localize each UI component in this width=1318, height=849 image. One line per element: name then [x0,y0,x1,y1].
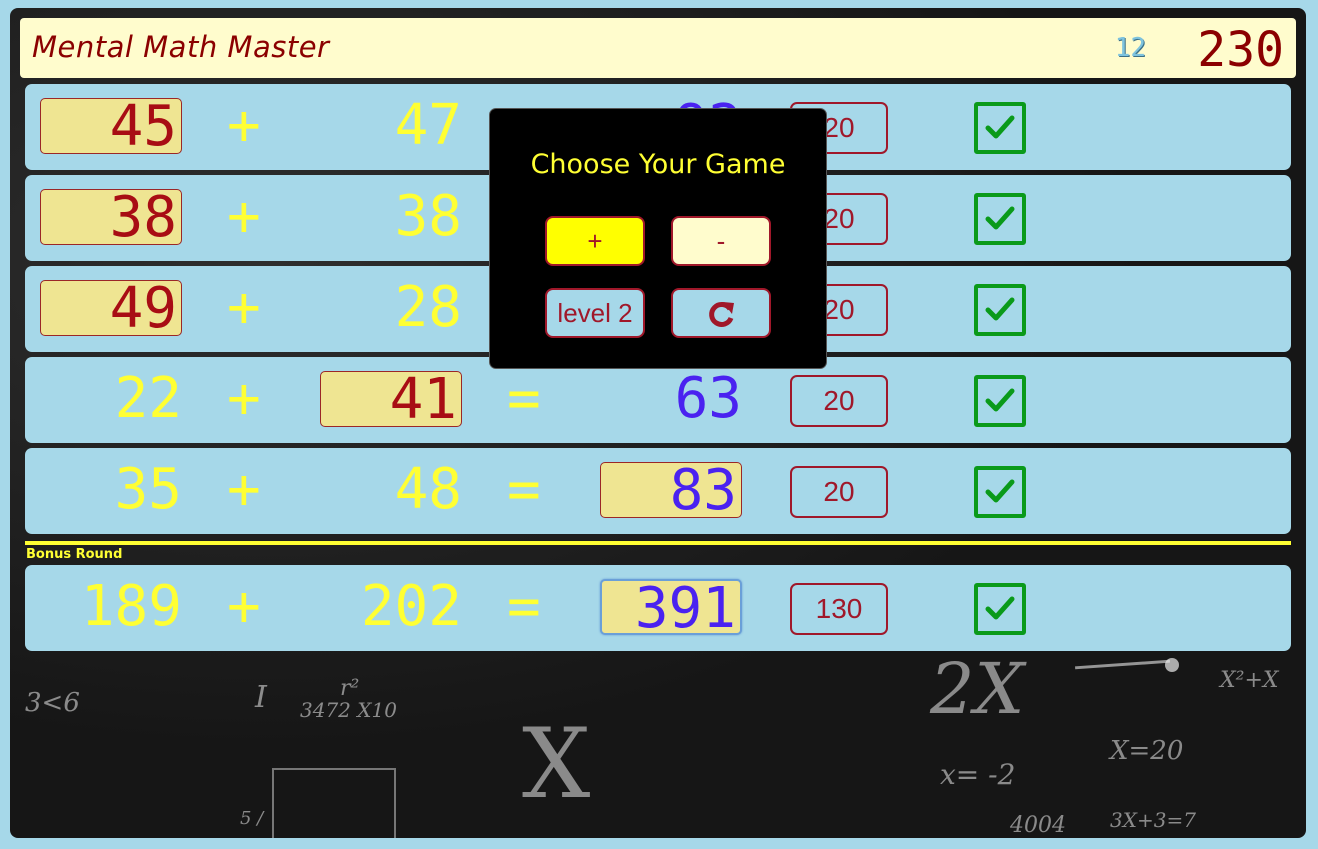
checkmark-icon [974,583,1026,635]
level-button[interactable]: level 2 [545,288,645,338]
answer-input[interactable]: 41 [320,371,462,428]
checkmark-icon [974,375,1026,427]
operand-a: 22 [114,366,182,431]
operator: + [227,457,261,522]
operator: + [227,93,261,158]
problem-row: 35 + 48 = 83 20 [25,448,1291,534]
operator: + [227,574,261,639]
answer-input[interactable]: 45 [40,98,182,155]
bonus-problem-row: 189 + 202 = 391 130 [25,565,1291,651]
choose-game-dialog: Choose Your Game + - level 2 [489,108,827,369]
operand-b: 48 [394,457,462,522]
operand-a: 189 [80,574,182,639]
operator: + [227,275,261,340]
operator: + [227,366,261,431]
header-bar: Mental Math Master 12 230 [20,18,1296,78]
redo-icon [709,302,734,327]
checkmark-icon [974,193,1026,245]
operand-b: 38 [394,184,462,249]
answer-input[interactable]: 83 [600,462,742,519]
operand-a: 35 [114,457,182,522]
checkmark-icon [974,466,1026,518]
subtraction-mode-button[interactable]: - [671,216,771,266]
equals-sign: = [507,574,541,639]
points-badge: 20 [790,466,888,518]
dialog-title: Choose Your Game [530,149,786,180]
restart-button[interactable] [671,288,771,338]
operand-b: 28 [394,275,462,340]
points-badge: 130 [790,583,888,635]
operand-b: 47 [394,93,462,158]
result-value: 63 [674,366,742,431]
equals-sign: = [507,457,541,522]
operator: + [227,184,261,249]
operand-b: 202 [360,574,462,639]
bonus-round-label: Bonus Round [26,547,123,562]
answer-input[interactable]: 38 [40,189,182,246]
bonus-divider [25,541,1291,545]
equals-sign: = [507,366,541,431]
checkmark-icon [974,284,1026,336]
app-title: Mental Math Master [32,30,330,64]
score-display: 230 [1197,22,1284,78]
points-badge: 20 [790,375,888,427]
answer-input[interactable]: 49 [40,280,182,337]
addition-mode-button[interactable]: + [545,216,645,266]
problem-row: 22 + 41 = 63 20 [25,357,1291,443]
question-counter: 12 [1114,33,1146,63]
answer-input[interactable]: 391 [600,579,742,637]
checkmark-icon [974,102,1026,154]
